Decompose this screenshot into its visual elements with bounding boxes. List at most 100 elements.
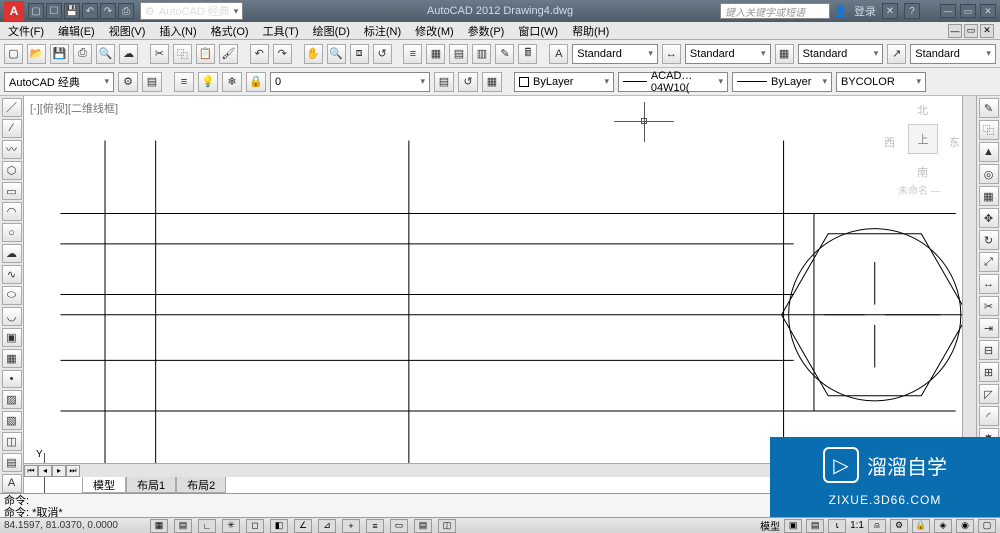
layer-freeze-icon[interactable]: ❄: [222, 72, 242, 92]
copy2-icon[interactable]: ⿻: [979, 120, 999, 140]
break-icon[interactable]: ⊟: [979, 340, 999, 360]
menu-modify[interactable]: 修改(M): [415, 23, 454, 39]
redo-icon[interactable]: ↷: [273, 44, 292, 64]
menu-file[interactable]: 文件(F): [8, 23, 44, 39]
annoscale-icon[interactable]: ⍳: [828, 519, 846, 533]
tab-last-icon[interactable]: ⏭: [66, 465, 80, 477]
toolpalette-icon[interactable]: ▤: [449, 44, 468, 64]
viewcube-east[interactable]: 东: [949, 134, 960, 150]
doc-close[interactable]: ✕: [980, 24, 994, 38]
block-icon[interactable]: ▦: [2, 349, 22, 368]
menu-edit[interactable]: 编辑(E): [58, 23, 95, 39]
layer-state-icon[interactable]: ▤: [434, 72, 454, 92]
print-icon[interactable]: ⎙: [118, 3, 134, 19]
ellipse-icon[interactable]: ⬭: [2, 286, 22, 305]
tab-prev-icon[interactable]: ◂: [38, 465, 52, 477]
save-icon[interactable]: 💾: [50, 44, 69, 64]
hatch-icon[interactable]: ▨: [2, 390, 22, 409]
move-icon[interactable]: ✥: [979, 208, 999, 228]
tab-model[interactable]: 模型: [82, 477, 126, 493]
arc-icon[interactable]: ◠: [2, 202, 22, 221]
menu-help[interactable]: 帮助(H): [572, 23, 609, 39]
erase-icon[interactable]: ✎: [979, 98, 999, 118]
calc-icon[interactable]: 🖩: [518, 44, 537, 64]
polar-toggle[interactable]: ✳: [222, 519, 240, 533]
color-dropdown[interactable]: ByLayer▾: [514, 72, 614, 92]
menu-param[interactable]: 参数(P): [468, 23, 505, 39]
cleanscreen-icon[interactable]: ▢: [978, 519, 996, 533]
table-icon[interactable]: ▤: [2, 453, 22, 472]
pan-icon[interactable]: ✋: [304, 44, 323, 64]
mleaderstyle-icon[interactable]: ↗: [887, 44, 906, 64]
osnap-toggle[interactable]: ◻: [246, 519, 264, 533]
login-link[interactable]: 登录: [854, 3, 876, 19]
workspace-dropdown[interactable]: AutoCAD 经典▾: [4, 72, 114, 92]
drawing-canvas[interactable]: [-][俯视][二维线框] 北: [24, 96, 976, 493]
menu-tools[interactable]: 工具(T): [263, 23, 299, 39]
properties-icon[interactable]: ≡: [403, 44, 422, 64]
array-icon[interactable]: ▦: [979, 186, 999, 206]
layer-iso-icon[interactable]: ▦: [482, 72, 502, 92]
stretch-icon[interactable]: ↔: [979, 274, 999, 294]
line-icon[interactable]: ／: [2, 98, 22, 117]
tab-layout2[interactable]: 布局2: [176, 477, 226, 493]
redo-icon[interactable]: ↷: [100, 3, 116, 19]
ws-settings-icon[interactable]: ⚙: [118, 72, 138, 92]
menu-format[interactable]: 格式(O): [211, 23, 249, 39]
dimstyle-dropdown[interactable]: Standard▾: [685, 44, 771, 64]
new-icon[interactable]: ▢: [28, 3, 44, 19]
minimize-button[interactable]: —: [940, 4, 956, 18]
region-icon[interactable]: ◫: [2, 432, 22, 451]
sb-qv-icon[interactable]: ▤: [806, 519, 824, 533]
dyn-toggle[interactable]: +: [342, 519, 360, 533]
lock-ui-icon[interactable]: 🔒: [912, 519, 930, 533]
markup-icon[interactable]: ✎: [495, 44, 514, 64]
exchange-icon[interactable]: ✕: [882, 3, 898, 19]
viewcube-west[interactable]: 西: [884, 134, 895, 150]
publish-icon[interactable]: ☁: [119, 44, 138, 64]
grid-toggle[interactable]: ▤: [174, 519, 192, 533]
open-icon[interactable]: 📂: [27, 44, 46, 64]
scale-icon[interactable]: ⤢: [979, 252, 999, 272]
pline-icon[interactable]: 〰: [2, 140, 22, 159]
plot-icon[interactable]: ⎙: [73, 44, 92, 64]
extend-icon[interactable]: ⇥: [979, 318, 999, 338]
layer-prev-icon[interactable]: ↺: [458, 72, 478, 92]
sc-toggle[interactable]: ◫: [438, 519, 456, 533]
3dosnap-toggle[interactable]: ◧: [270, 519, 288, 533]
plotstyle-dropdown[interactable]: BYCOLOR▾: [836, 72, 926, 92]
offset-icon[interactable]: ◎: [979, 164, 999, 184]
tpy-toggle[interactable]: ▭: [390, 519, 408, 533]
qp-toggle[interactable]: ▤: [414, 519, 432, 533]
vertical-scrollbar[interactable]: [962, 96, 976, 463]
mtext-icon[interactable]: A: [2, 474, 22, 493]
point-icon[interactable]: •: [2, 370, 22, 389]
revcloud-icon[interactable]: ☁: [2, 244, 22, 263]
circle-icon[interactable]: ○: [2, 223, 22, 242]
join-icon[interactable]: ⊞: [979, 362, 999, 382]
rotate-icon[interactable]: ↻: [979, 230, 999, 250]
spline-icon[interactable]: ∿: [2, 265, 22, 284]
annovis-icon[interactable]: ⍝: [868, 519, 886, 533]
new-icon[interactable]: ▢: [4, 44, 23, 64]
dcenter-icon[interactable]: ▦: [426, 44, 445, 64]
undo-icon[interactable]: ↶: [82, 3, 98, 19]
snap-toggle[interactable]: ▦: [150, 519, 168, 533]
ws-save-icon[interactable]: ▤: [142, 72, 162, 92]
viewcube[interactable]: 北 南 西 东 上 未命名 —: [882, 102, 962, 202]
preview-icon[interactable]: 🔍: [96, 44, 115, 64]
otrack-toggle[interactable]: ∠: [294, 519, 312, 533]
sheetset-icon[interactable]: ▥: [472, 44, 491, 64]
annoscale-value[interactable]: 1:1: [850, 520, 864, 531]
tablestyle-dropdown[interactable]: Standard▾: [798, 44, 884, 64]
polygon-icon[interactable]: ⬡: [2, 161, 22, 180]
undo-icon[interactable]: ↶: [250, 44, 269, 64]
layer-on-icon[interactable]: 💡: [198, 72, 218, 92]
mirror-icon[interactable]: ▲: [979, 142, 999, 162]
save-icon[interactable]: 💾: [64, 3, 80, 19]
model-space-label[interactable]: 模型: [760, 518, 780, 533]
viewcube-top[interactable]: 上: [908, 124, 938, 154]
cut-icon[interactable]: ✂: [150, 44, 169, 64]
lineweight-dropdown[interactable]: ByLayer▾: [732, 72, 832, 92]
user-icon[interactable]: 👤: [834, 5, 848, 18]
